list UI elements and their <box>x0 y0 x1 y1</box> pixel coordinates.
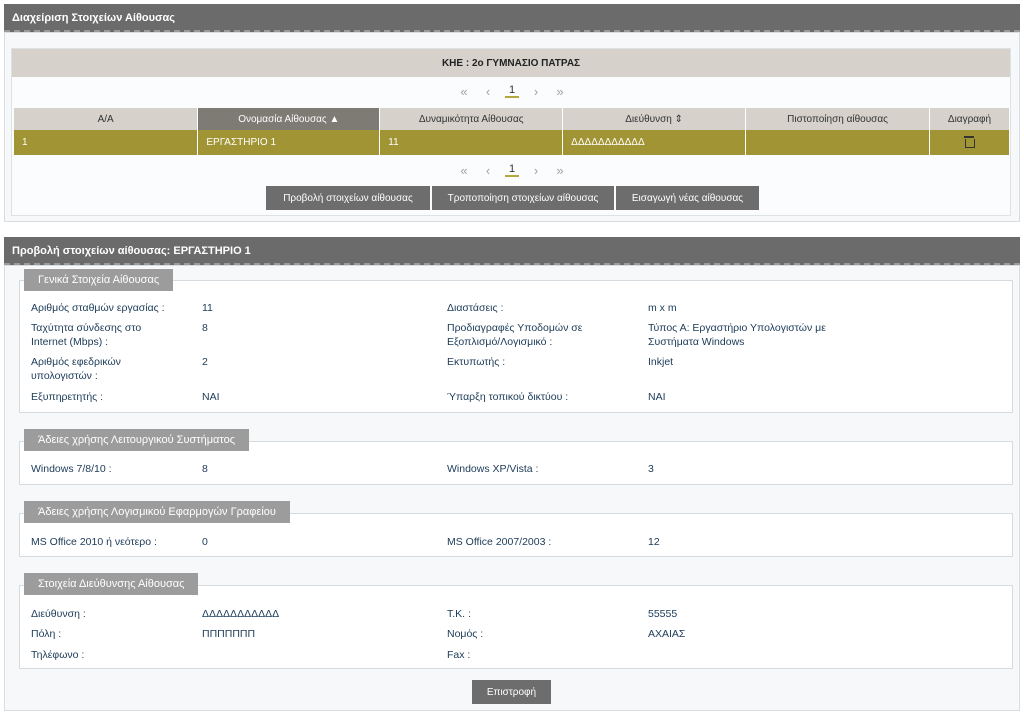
add-room-button[interactable]: Εισαγωγή νέας αίθουσας <box>616 186 759 210</box>
win7-value: 8 <box>202 463 208 475</box>
office-old-label: MS Office 2007/2003 : <box>447 536 552 548</box>
specs-value: Τύπος Α: Εργαστήριο Υπολογιστών με Συστή… <box>648 322 826 348</box>
office-new-label: MS Office 2010 ή νεότερο : <box>31 536 157 548</box>
panel-title-room-details: Προβολή στοιχείων αίθουσας: ΕΡΓΑΣΤΗΡΙΟ 1 <box>4 237 1020 265</box>
col-aa[interactable]: Α/Α <box>14 108 199 130</box>
printer-value: Inkjet <box>648 356 674 368</box>
dimensions-value: m x m <box>648 302 677 314</box>
address-legend: Στοιχεία Διεύθυνσης Αίθουσας <box>24 573 199 595</box>
col-address[interactable]: Διεύθυνση ⇕ <box>562 108 747 130</box>
server-value: ΝΑΙ <box>202 391 220 403</box>
edit-room-button[interactable]: Τροποποίηση στοιχείων αίθουσας <box>432 186 614 210</box>
table-header-row: Α/Α Ονομασία Αίθουσας ▲ Δυναμικότητα Αίθ… <box>14 108 1011 130</box>
col-room-name[interactable]: Ονομασία Αίθουσας ▲ <box>197 108 381 130</box>
trash-icon[interactable] <box>964 135 976 148</box>
city-value: ΠΠΠΠΠΠΠ <box>202 628 256 640</box>
lan-label: Ύπαρξη τοπικού δικτύου : <box>447 391 569 403</box>
rooms-table: Α/Α Ονομασία Αίθουσας ▲ Δυναμικότητα Αίθ… <box>14 108 1011 155</box>
room-details-panel: Γενικά Στοιχεία Αίθουσας Αριθμός σταθμών… <box>4 265 1020 711</box>
col-address-label: Διεύθυνση <box>625 113 672 125</box>
prev-page-icon[interactable]: ‹ <box>476 163 500 178</box>
school-caption: ΚΗΕ : 2ο ΓΥΜΝΑΣΙΟ ΠΑΤΡΑΣ <box>12 49 1010 77</box>
rooms-table-container: ΚΗΕ : 2ο ΓΥΜΝΑΣΙΟ ΠΑΤΡΑΣ « ‹ 1 › » Α/Α Ο… <box>11 48 1011 216</box>
cell-certification <box>745 130 930 155</box>
first-page-icon[interactable]: « <box>452 84 476 99</box>
room-management-panel: ΚΗΕ : 2ο ΓΥΜΝΑΣΙΟ ΠΑΤΡΑΣ « ‹ 1 › » Α/Α Ο… <box>4 32 1020 222</box>
address-value: ΔΔΔΔΔΔΔΔΔΔΔ <box>202 608 280 620</box>
prefecture-label: Νομός : <box>447 628 484 640</box>
prefecture-value: ΑΧΑΙΑΣ <box>648 628 686 640</box>
winxp-value: 3 <box>648 463 654 475</box>
last-page-icon[interactable]: » <box>548 84 572 99</box>
spare-pcs-value: 2 <box>202 356 208 368</box>
view-room-button[interactable]: Προβολή στοιχείων αίθουσας <box>266 186 430 210</box>
next-page-icon[interactable]: › <box>524 163 548 178</box>
phone-label: Τηλέφωνο : <box>31 649 85 661</box>
cell-delete <box>929 130 1011 155</box>
winxp-label: Windows XP/Vista : <box>447 463 539 475</box>
prev-page-icon[interactable]: ‹ <box>476 84 500 99</box>
page-number[interactable]: 1 <box>505 163 519 177</box>
dimensions-label: Διαστάσεις : <box>447 302 504 314</box>
address-label: Διεύθυνση : <box>31 608 86 620</box>
fax-label: Fax : <box>447 649 471 661</box>
server-label: Εξυπηρετητής : <box>31 391 104 403</box>
table-row[interactable]: 1 ΕΡΓΑΣΤΗΡΙΟ 1 11 ΔΔΔΔΔΔΔΔΔΔΔ <box>14 130 1011 155</box>
postcode-label: Τ.Κ. : <box>447 608 471 620</box>
col-delete: Διαγραφή <box>929 108 1011 130</box>
os-licenses-legend: Άδειες χρήσης Λειτουργικού Συστήματος <box>24 429 250 451</box>
sort-up-icon: ▲ <box>329 113 340 125</box>
cell-room-name: ΕΡΓΑΣΤΗΡΙΟ 1 <box>197 130 381 155</box>
first-page-icon[interactable]: « <box>452 163 476 178</box>
cell-aa: 1 <box>14 130 199 155</box>
lan-value: ΝΑΙ <box>648 391 666 403</box>
workstations-value: 11 <box>202 302 213 314</box>
pager-top: « ‹ 1 › » <box>452 81 572 101</box>
postcode-value: 55555 <box>648 608 678 620</box>
last-page-icon[interactable]: » <box>548 163 572 178</box>
spare-pcs-label: Αριθμός εφεδρικών υπολογιστών : <box>31 356 121 382</box>
specs-label: Προδιαγραφές Υποδομών σε Εξοπλισμό/Λογισ… <box>447 322 583 348</box>
col-room-name-label: Ονομασία Αίθουσας <box>238 113 327 125</box>
panel-title-room-management: Διαχείριση Στοιχείων Αίθουσας <box>4 4 1020 32</box>
speed-value: 8 <box>202 322 208 334</box>
col-capacity[interactable]: Δυναμικότητα Αίθουσας <box>379 108 564 130</box>
page-number[interactable]: 1 <box>505 84 519 98</box>
office-old-value: 12 <box>648 536 660 548</box>
col-certification[interactable]: Πιστοποίηση αίθουσας <box>745 108 930 130</box>
office-new-value: 0 <box>202 536 208 548</box>
general-legend: Γενικά Στοιχεία Αίθουσας <box>24 269 174 291</box>
address-fieldset <box>19 585 1013 669</box>
cell-capacity: 11 <box>379 130 564 155</box>
city-label: Πόλη : <box>31 628 62 640</box>
printer-label: Εκτυπωτής : <box>447 356 506 368</box>
back-button[interactable]: Επιστροφή <box>472 680 551 704</box>
sort-both-icon: ⇕ <box>674 113 684 125</box>
speed-label: Ταχύτητα σύνδεσης στο Internet (Mbps) : <box>31 322 142 348</box>
workstations-label: Αριθμός σταθμών εργασίας : <box>31 302 165 314</box>
cell-address: ΔΔΔΔΔΔΔΔΔΔΔ <box>562 130 747 155</box>
pager-bottom: « ‹ 1 › » <box>452 160 572 180</box>
next-page-icon[interactable]: › <box>524 84 548 99</box>
office-licenses-legend: Άδειες χρήσης Λογισμικού Εφαρμογών Γραφε… <box>24 501 290 523</box>
win7-label: Windows 7/8/10 : <box>31 463 112 475</box>
